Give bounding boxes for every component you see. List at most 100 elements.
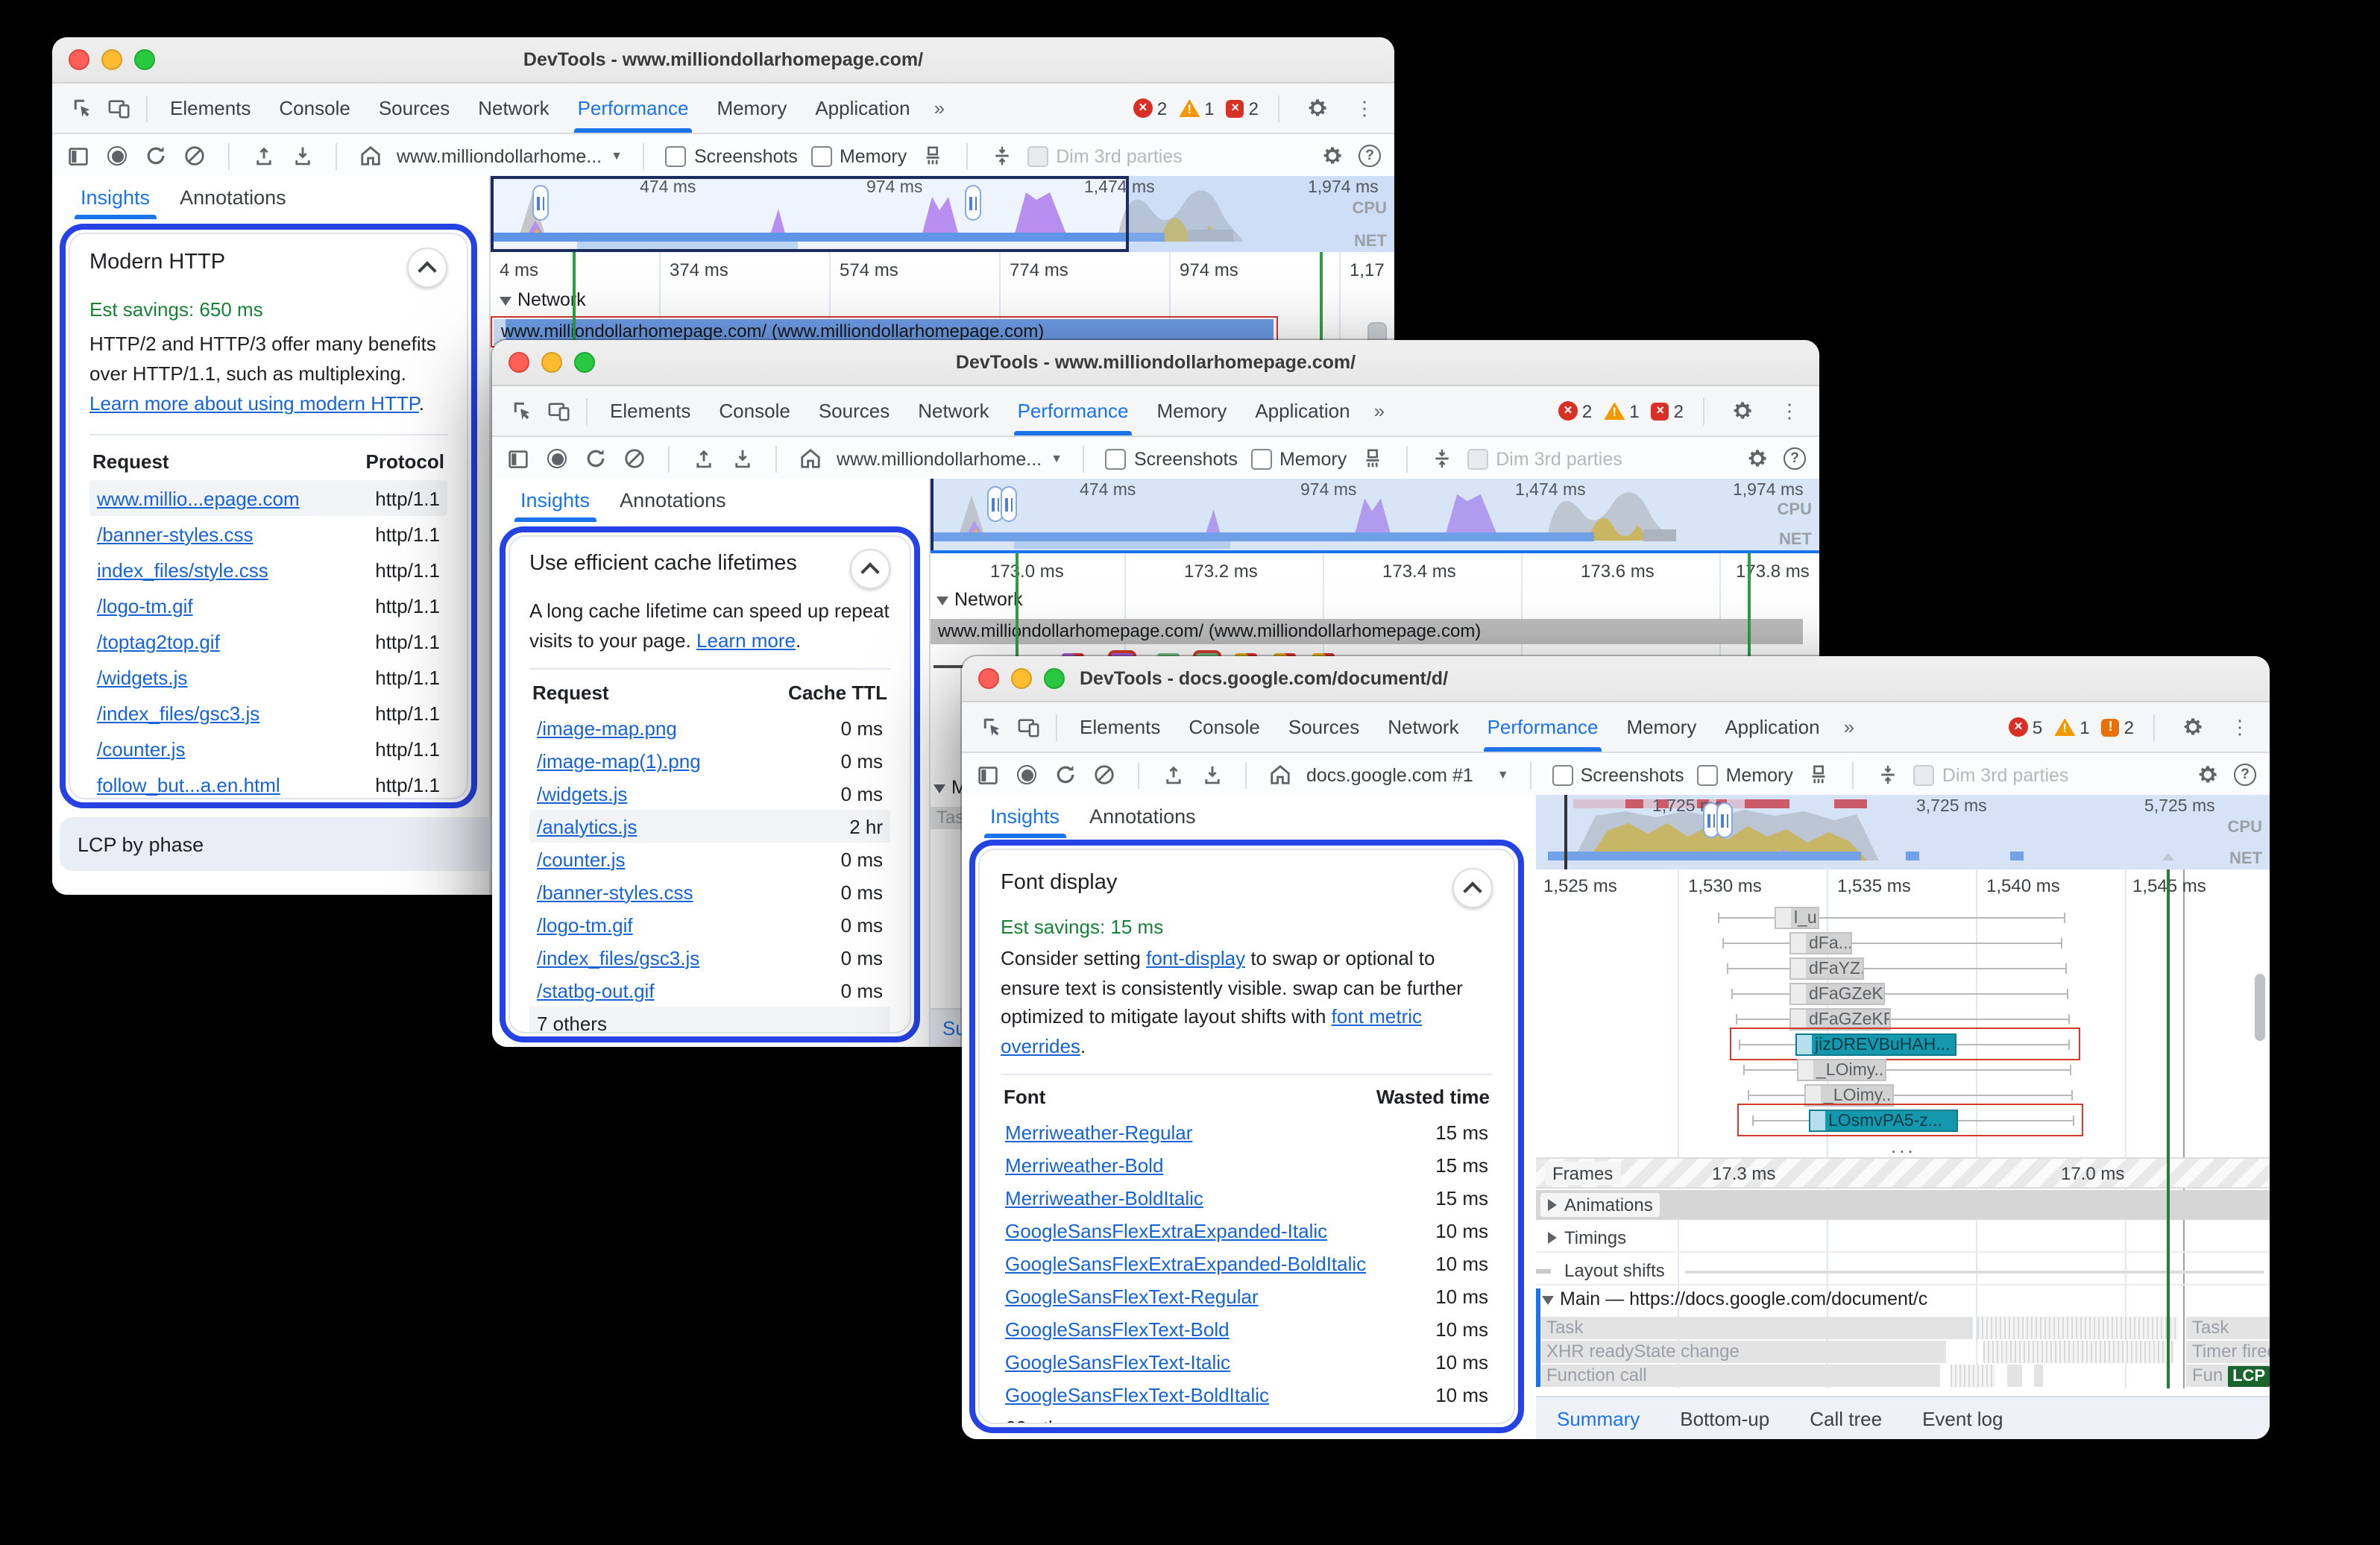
tab-memory[interactable]: Memory	[1613, 702, 1710, 752]
collapse-insight-button[interactable]	[1452, 868, 1493, 908]
dim-3rd-parties-checkbox[interactable]: Dim 3rd parties	[1914, 764, 2069, 785]
function-call-bar-right[interactable]: Fun LCP call	[2186, 1365, 2270, 1387]
request-link[interactable]: /statbg-out.gif	[537, 980, 655, 1002]
titlebar[interactable]: DevTools - www.milliondollarhomepage.com…	[52, 37, 1394, 84]
help-icon[interactable]: ?	[2234, 764, 2256, 786]
warning-badge[interactable]: !1	[1604, 400, 1639, 421]
learn-more-link[interactable]: Learn more about using modern HTTP	[89, 393, 419, 415]
scrollbar-thumb[interactable]	[2255, 974, 2265, 1041]
inspect-icon[interactable]	[974, 709, 1010, 745]
memory-checkbox[interactable]: Memory	[811, 145, 907, 166]
request-link[interactable]: /index_files/gsc3.js	[97, 702, 259, 725]
request-link[interactable]: /banner-styles.css	[537, 881, 693, 904]
insight-card-cache-lifetimes[interactable]: Use efficient cache lifetimes A long cac…	[500, 526, 920, 1042]
network-track-label[interactable]: Network	[936, 589, 1023, 610]
dim-3rd-parties-checkbox[interactable]: Dim 3rd parties	[1027, 145, 1183, 166]
clear-icon[interactable]	[182, 143, 207, 169]
task-bar[interactable]: Task	[1540, 1317, 1973, 1339]
request-link[interactable]: /counter.js	[97, 738, 186, 761]
request-link[interactable]: /analytics.js	[537, 816, 637, 838]
request-link[interactable]: /widgets.js	[97, 667, 187, 689]
frames-track-label[interactable]: Frames	[1545, 1162, 1620, 1186]
request-link[interactable]: index_files/style.css	[97, 559, 268, 582]
tab-performance[interactable]: Performance	[564, 84, 702, 133]
more-tabs-icon[interactable]: »	[1365, 400, 1394, 422]
flame-bar[interactable]: dFa...	[1789, 932, 1852, 954]
capture-settings-gear-icon[interactable]	[2195, 762, 2220, 787]
flame-bar[interactable]: _LOimy...	[1797, 1059, 1886, 1081]
target-selector[interactable]: docs.google.com #1▼	[1306, 764, 1509, 785]
home-icon[interactable]	[798, 446, 823, 471]
tab-application[interactable]: Application	[802, 84, 923, 133]
tab-network[interactable]: Network	[1374, 702, 1472, 752]
kebab-menu-icon[interactable]: ⋮	[2222, 709, 2258, 745]
task-bar[interactable]: Task	[2186, 1317, 2270, 1339]
record-icon[interactable]	[1014, 762, 1039, 787]
range-handle[interactable]	[532, 185, 549, 221]
inspect-icon[interactable]	[504, 393, 540, 429]
download-profile-icon[interactable]	[1199, 762, 1224, 787]
tab-elements[interactable]: Elements	[1066, 702, 1174, 752]
kebab-menu-icon[interactable]: ⋮	[1772, 393, 1807, 429]
record-icon[interactable]	[544, 446, 570, 471]
request-link[interactable]: /toptag2top.gif	[97, 631, 220, 653]
settings-gear-icon[interactable]	[2174, 709, 2210, 745]
close-button[interactable]	[978, 668, 999, 689]
timeline-minimap[interactable]: 1,725 ms 3,725 ms 5,725 ms CPU NET	[1536, 795, 2270, 869]
minimize-button[interactable]	[1011, 668, 1032, 689]
request-link[interactable]: follow_but...a.en.html	[97, 774, 280, 796]
toggle-panel-icon[interactable]	[506, 446, 531, 471]
tab-console[interactable]: Console	[1175, 702, 1273, 752]
overflow-ellipsis[interactable]: ...	[1891, 1135, 1916, 1157]
timeline-minimap[interactable]: 474 ms 974 ms 1,474 ms 1,974 ms CPU NET	[931, 479, 1819, 550]
issues-badge[interactable]: ×2	[1652, 400, 1684, 421]
collapse-icon[interactable]	[989, 143, 1014, 169]
tab-performance[interactable]: Performance	[1004, 386, 1142, 435]
layout-shifts-track[interactable]: Layout shifts	[1536, 1256, 2270, 1286]
request-link[interactable]: /image-map(1).png	[537, 750, 701, 772]
gc-brush-icon[interactable]	[920, 143, 945, 169]
maximize-button[interactable]	[134, 49, 155, 70]
issues-badge[interactable]: ×2	[1227, 98, 1259, 119]
target-selector[interactable]: www.milliondollarhome...▼	[397, 145, 623, 166]
tab-insights[interactable]: Insights	[507, 479, 603, 522]
learn-more-link[interactable]: Learn more	[696, 629, 796, 652]
font-link[interactable]: GoogleSansFlexExtraExpanded-Italic	[1005, 1219, 1327, 1242]
tab-performance[interactable]: Performance	[1474, 702, 1612, 752]
minimap-selection[interactable]	[491, 176, 1129, 252]
more-rows[interactable]: 7 others	[529, 1007, 890, 1033]
tab-bottom-up[interactable]: Bottom-up	[1680, 1407, 1769, 1429]
tab-console[interactable]: Console	[705, 386, 803, 435]
xhr-bar[interactable]: XHR readyState change	[1540, 1341, 1946, 1363]
device-toolbar-icon[interactable]	[541, 393, 577, 429]
tab-application[interactable]: Application	[1241, 386, 1363, 435]
issues-badge[interactable]: !2	[2102, 717, 2134, 737]
screenshots-checkbox[interactable]: Screenshots	[1106, 448, 1238, 469]
collapse-insight-button[interactable]	[850, 549, 890, 589]
memory-checkbox[interactable]: Memory	[1251, 448, 1347, 469]
more-rows[interactable]: 60 others	[1001, 1411, 1493, 1424]
record-icon[interactable]	[104, 143, 130, 169]
titlebar[interactable]: DevTools - www.milliondollarhomepage.com…	[492, 340, 1819, 386]
network-request-bar[interactable]: www.milliondollarhomepage.com/ (www.mill…	[931, 619, 1803, 644]
clear-icon[interactable]	[622, 446, 647, 471]
range-handle[interactable]	[1001, 486, 1017, 522]
main-thread-track[interactable]: Main — https://docs.google.com/document/…	[1542, 1288, 2270, 1315]
error-badge[interactable]: ×2	[1558, 400, 1592, 421]
upload-profile-icon[interactable]	[690, 446, 716, 471]
font-link[interactable]: GoogleSansFlexText-BoldItalic	[1005, 1383, 1269, 1406]
settings-gear-icon[interactable]	[1724, 393, 1760, 429]
insight-card-modern-http[interactable]: Modern HTTP Est savings: 650 ms HTTP/2 a…	[60, 224, 477, 808]
maximize-button[interactable]	[574, 352, 595, 373]
dim-3rd-parties-checkbox[interactable]: Dim 3rd parties	[1467, 448, 1622, 469]
download-profile-icon[interactable]	[289, 143, 315, 169]
minimize-button[interactable]	[541, 352, 562, 373]
screenshots-checkbox[interactable]: Screenshots	[1552, 764, 1684, 785]
upload-profile-icon[interactable]	[251, 143, 276, 169]
tab-call-tree[interactable]: Call tree	[1810, 1407, 1882, 1429]
request-link[interactable]: /image-map.png	[537, 717, 677, 740]
request-link[interactable]: /widgets.js	[537, 783, 627, 805]
capture-settings-gear-icon[interactable]	[1745, 446, 1770, 471]
tab-network[interactable]: Network	[465, 84, 562, 133]
collapse-icon[interactable]	[1429, 446, 1454, 471]
